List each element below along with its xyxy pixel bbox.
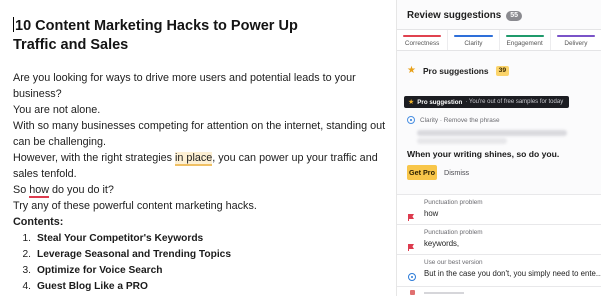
dismiss-button[interactable]: Dismiss [444, 165, 469, 180]
progress-bar [505, 35, 544, 37]
star-icon: ★ [408, 99, 415, 106]
get-pro-button[interactable]: Get Pro [407, 165, 437, 180]
list-item: 3. Optimize for Voice Search [22, 265, 163, 276]
clarity-icon [407, 116, 415, 124]
clarity-highlight[interactable]: in place [175, 152, 213, 166]
pro-suggestions-row[interactable]: ★ Pro suggestions 39 [407, 65, 510, 76]
paragraph: Are you looking for ways to drive more u… [13, 72, 356, 100]
document-editor[interactable]: 10 Content Marketing Hacks to Power Up T… [0, 0, 396, 296]
globe-icon [408, 273, 416, 281]
paragraph: So how do you do it? [13, 184, 114, 198]
upsell-heading: When your writing shines, so do you. [407, 149, 560, 159]
text-caret [13, 17, 14, 32]
pro-suggestion-tooltip: ★ Pro suggestion · You're out of free sa… [404, 96, 569, 108]
suggestion-type-stub [424, 292, 464, 294]
suggestion-card[interactable] [397, 286, 601, 296]
progress-bar [454, 35, 493, 37]
list-item: 4. Guest Blog Like a PRO [22, 281, 148, 292]
suggestion-card[interactable]: Punctuation problem keywords, [397, 224, 601, 254]
flag-icon [410, 290, 415, 295]
clarity-suggestion-meta[interactable]: Clarity · Remove the phrase [407, 116, 500, 124]
tab-engagement[interactable]: Engagement [500, 30, 551, 50]
contents-heading: Contents: [13, 216, 64, 228]
suggestion-count-badge: 55 [506, 10, 522, 21]
suggestions-panel: Review suggestions 55 Correctness Clarit… [397, 0, 601, 296]
punctuation-highlight[interactable]: how [29, 184, 50, 198]
blurred-preview [417, 130, 567, 136]
flag-icon [408, 214, 414, 221]
tab-delivery[interactable]: Delivery [551, 30, 601, 50]
star-icon: ★ [407, 65, 416, 76]
tab-correctness[interactable]: Correctness [397, 30, 449, 50]
pro-count-badge: 39 [495, 66, 510, 76]
flag-icon [408, 244, 414, 251]
paragraph: With so many businesses competing for at… [13, 120, 386, 148]
table-of-contents: 1. Steal Your Competitor's Keywords 2. Lev… [13, 231, 232, 295]
document-body[interactable]: Are you looking for ways to drive more u… [13, 70, 388, 230]
document-title[interactable]: 10 Content Marketing Hacks to Power Up T… [13, 17, 313, 55]
suggestion-card[interactable]: Punctuation problem how [397, 194, 601, 224]
suggestion-card[interactable]: Use our best version But in the case you… [397, 254, 601, 286]
paragraph: Try any of these powerful content market… [13, 200, 257, 212]
progress-bar [403, 35, 442, 37]
category-tabs: Correctness Clarity Engagement Delivery [397, 29, 601, 51]
list-item: 2. Leverage Seasonal and Trending Topics [22, 249, 232, 260]
list-item: 1. Steal Your Competitor's Keywords [22, 233, 204, 244]
panel-header: Review suggestions 55 [407, 10, 522, 21]
panel-title: Review suggestions [407, 10, 502, 21]
paragraph: You are not alone. [13, 104, 101, 116]
tab-clarity[interactable]: Clarity [448, 30, 500, 50]
blurred-preview [417, 138, 507, 144]
paragraph: However, with the right strategies in pl… [13, 152, 378, 180]
progress-bar [556, 35, 595, 37]
